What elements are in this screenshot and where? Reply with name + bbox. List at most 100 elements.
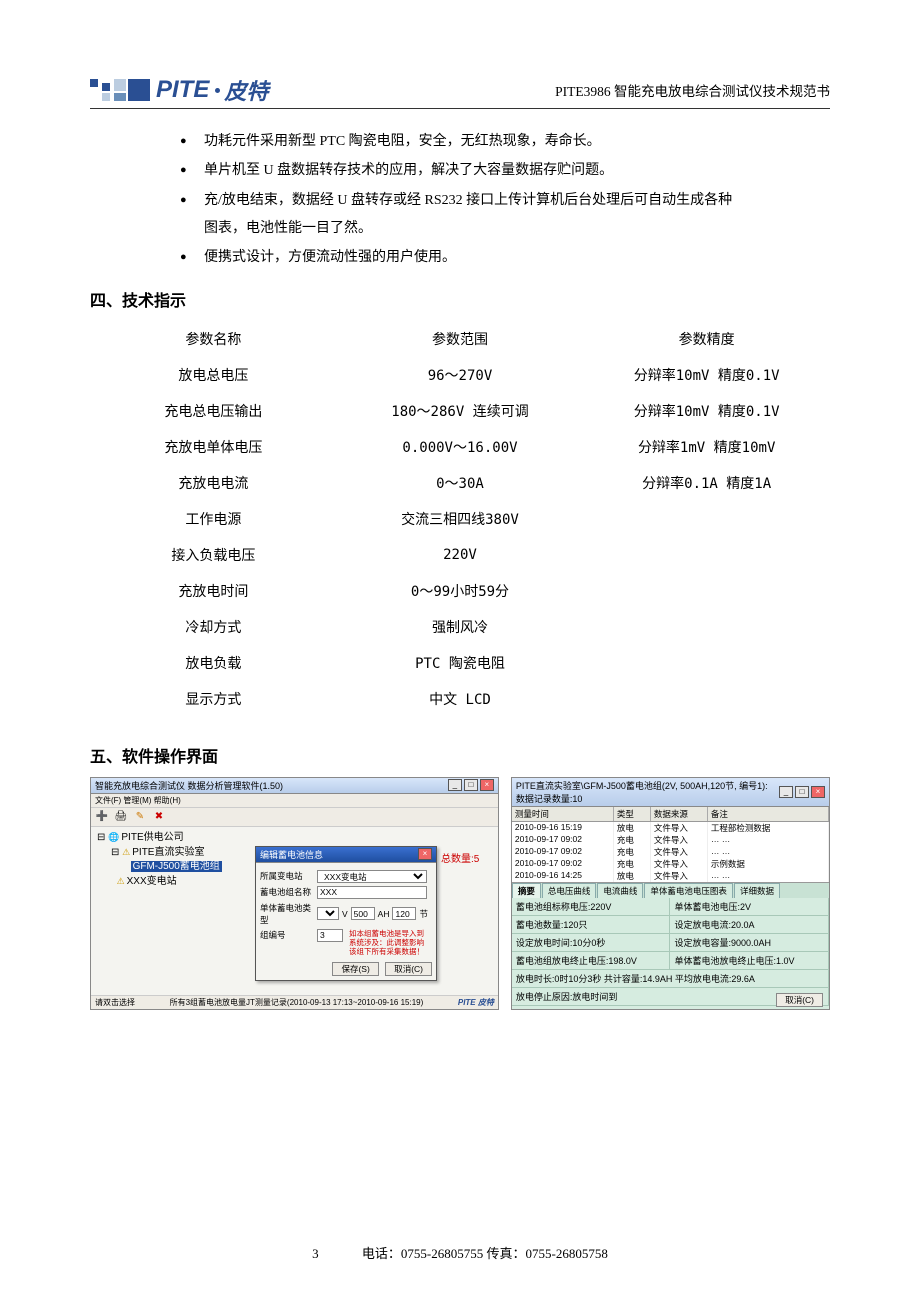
spec-cell [583, 573, 830, 609]
tab-summary[interactable]: 摘要 [512, 883, 541, 898]
window-titlebar[interactable]: 智能充放电综合测试仪 数据分析管理软件(1.50) _ □ × [91, 778, 498, 794]
spec-cell: 工作电源 [90, 501, 337, 537]
page-number: 3 [312, 1246, 319, 1261]
minimize-icon[interactable]: _ [448, 779, 462, 791]
info-cell: 蓄电池数量:120只 [512, 916, 671, 933]
spec-cell: 充放电电流 [90, 465, 337, 501]
spec-row: 放电负载PTC 陶瓷电阻 [90, 645, 830, 681]
grid-body[interactable]: 2010-09-16 15:19放电文件导入工程部检测数据 2010-09-17… [512, 822, 829, 883]
spec-cell: 96～270V [337, 357, 584, 393]
spec-cell: 充放电单体电压 [90, 429, 337, 465]
tab-current[interactable]: 电流曲线 [597, 883, 643, 898]
tree-label: XXX变电站 [127, 876, 177, 887]
info-cell: 设定放电电流:20.0A [670, 916, 829, 933]
spec-row: 充放电单体电压0.000V～16.00V分辩率1mV 精度10mV [90, 429, 830, 465]
delete-icon[interactable]: ✖ [152, 810, 166, 824]
screenshot-row: 智能充放电综合测试仪 数据分析管理软件(1.50) _ □ × 文件(F) 管理… [90, 777, 830, 1010]
unit-label: AH [378, 909, 390, 919]
dialog-body: 所属变电站 XXX变电站 蓄电池组名称 单体蓄电池类型 2 V AH [256, 863, 436, 980]
spec-head: 参数范围 [337, 321, 584, 357]
groupname-input[interactable] [317, 886, 427, 899]
spec-row: 显示方式中文 LCD [90, 681, 830, 717]
cancel-button[interactable]: 取消(C) [385, 962, 432, 976]
cell-ah-input[interactable] [351, 907, 375, 920]
print-icon[interactable]: 🖨 [114, 810, 128, 824]
table-row: 2010-09-17 09:02充电文件导入… … [512, 846, 829, 858]
spec-head: 参数精度 [583, 321, 830, 357]
info-cell: 单体蓄电池放电终止电压:1.0V [670, 952, 829, 969]
status-brand: PITE 皮特 [458, 997, 494, 1008]
close-icon[interactable]: × [811, 786, 825, 798]
feature-item: 单片机至 U 盘数据转存技术的应用，解决了大容量数据存贮问题。 [180, 156, 830, 185]
screenshot-manager: 智能充放电综合测试仪 数据分析管理软件(1.50) _ □ × 文件(F) 管理… [90, 777, 499, 1010]
field-label: 单体蓄电池类型 [260, 902, 314, 926]
spec-cell: 放电总电压 [90, 357, 337, 393]
col-header[interactable]: 测量时间 [512, 807, 614, 821]
spec-cell: 220V [337, 537, 584, 573]
spec-row: 接入负载电压220V [90, 537, 830, 573]
tree-label: GFM-J500蓄电池组 [131, 861, 222, 872]
field-label: 所属变电站 [260, 870, 314, 882]
info-cell: 放电时长:0时10分3秒 共计容量:14.9AH 平均放电电流:29.6A [512, 970, 829, 987]
unit-label: V [342, 909, 348, 919]
spec-cell: 充放电时间 [90, 573, 337, 609]
toolbar: ➕ 🖨 ✎ ✖ [91, 808, 498, 827]
window-titlebar[interactable]: PITE直流实验室\GFM-J500蓄电池组(2V, 500AH,120节, 编… [512, 778, 829, 807]
feature-text: 单片机至 U 盘数据转存技术的应用，解决了大容量数据存贮问题。 [204, 163, 613, 178]
spec-row: 工作电源交流三相四线380V [90, 501, 830, 537]
grid-header[interactable]: 测量时间 类型 数据来源 备注 [512, 807, 829, 822]
spec-cell: 180～286V 连续可调 [337, 393, 584, 429]
info-cell: 蓄电池组标称电压:220V [512, 898, 671, 915]
spec-head: 参数名称 [90, 321, 337, 357]
spec-cell [583, 681, 830, 717]
feature-item: 便携式设计，方便流动性强的用户使用。 [180, 243, 830, 272]
logo-pixel-icon [90, 79, 150, 101]
add-icon[interactable]: ➕ [95, 810, 109, 824]
tree-root[interactable]: ⊟ PITE供电公司 [97, 830, 492, 845]
minimize-icon[interactable]: _ [779, 786, 793, 798]
warn-icon [117, 876, 127, 887]
info-cell: 设定放电容量:9000.0AH [670, 934, 829, 951]
cancel-button[interactable]: 取消(C) [776, 993, 823, 1007]
window-buttons: _ □ × [448, 779, 494, 791]
spec-row: 充放电时间0～99小时59分 [90, 573, 830, 609]
col-header[interactable]: 数据来源 [651, 807, 708, 821]
spec-cell: 接入负载电压 [90, 537, 337, 573]
groupno-input[interactable] [317, 929, 343, 942]
warn-icon [122, 847, 132, 858]
cell-voltage-select[interactable]: 2 [317, 907, 339, 920]
page-footer: 3 电话：0755-26805755 传真：0755-26805758 [0, 1243, 920, 1262]
tab-cell-voltage[interactable]: 单体蓄电池电压图表 [644, 883, 733, 898]
col-header[interactable]: 备注 [708, 807, 829, 821]
close-icon[interactable]: × [480, 779, 494, 791]
dialog-title: 编辑蓄电池信息 [260, 848, 323, 861]
field-label: 组编号 [260, 929, 314, 941]
tab-detail-data[interactable]: 详细数据 [734, 883, 780, 898]
document-page: PITE 皮特 PITE3986 智能充电放电综合测试仪技术规范书 功耗元件采用… [0, 0, 920, 1302]
spec-cell [583, 501, 830, 537]
col-header[interactable]: 类型 [614, 807, 651, 821]
station-select[interactable]: XXX变电站 [317, 870, 427, 883]
status-bar: 请双击选择 所有3组蓄电池放电量JT测量记录(2010-09-13 17:13~… [91, 995, 498, 1009]
info-cell: 单体蓄电池电压:2V [670, 898, 829, 915]
maximize-icon[interactable]: □ [464, 779, 478, 791]
tab-total-voltage[interactable]: 总电压曲线 [542, 883, 597, 898]
maximize-icon[interactable]: □ [795, 786, 809, 798]
close-icon[interactable]: × [418, 848, 432, 860]
doc-title: PITE3986 智能充电放电综合测试仪技术规范书 [555, 80, 830, 100]
spec-row: 充电总电压输出180～286V 连续可调分辩率10mV 精度0.1V [90, 393, 830, 429]
feature-text: 功耗元件采用新型 PTC 陶瓷电阻，安全，无红热现象，寿命长。 [204, 134, 601, 149]
spec-cell: 0～30A [337, 465, 584, 501]
feature-item: 充/放电结束，数据经 U 盘转存或经 RS232 接口上传计算机后台处理后可自动… [180, 186, 830, 243]
save-button[interactable]: 保存(S) [332, 962, 378, 976]
dialog-titlebar[interactable]: 编辑蓄电池信息 × [256, 847, 436, 863]
status-text: 所有3组蓄电池放电量JT测量记录(2010-09-13 17:13~2010-0… [170, 997, 424, 1008]
field-label: 蓄电池组名称 [260, 886, 314, 898]
cell-count-input[interactable] [392, 907, 416, 920]
spec-row: 冷却方式强制风冷 [90, 609, 830, 645]
spec-cell [583, 645, 830, 681]
status-text: 请双击选择 [95, 997, 135, 1008]
edit-icon[interactable]: ✎ [133, 810, 147, 824]
globe-icon [108, 832, 121, 843]
menu-bar[interactable]: 文件(F) 管理(M) 帮助(H) [91, 794, 498, 808]
